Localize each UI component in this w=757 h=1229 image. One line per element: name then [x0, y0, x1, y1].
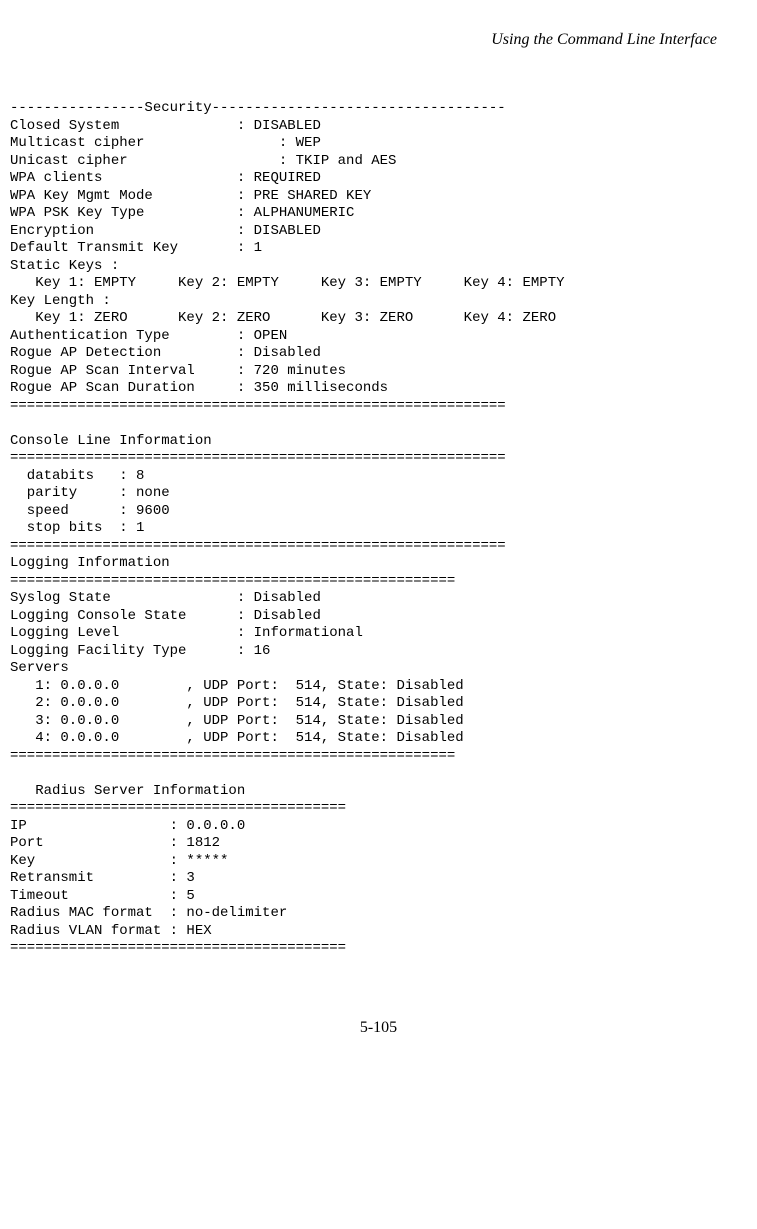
line-divider: ========================================… [10, 538, 506, 554]
line-server-2: 2: 0.0.0.0 , UDP Port: 514, State: Disab… [10, 695, 464, 711]
line-radius-retransmit: Retransmit : 3 [10, 870, 195, 886]
line-radius-vlan-format: Radius VLAN format : HEX [10, 923, 212, 939]
line-parity: parity : none [10, 485, 170, 501]
line-multicast-cipher: Multicast cipher : WEP [10, 135, 321, 151]
line-divider: ======================================== [10, 940, 346, 956]
line-databits: databits : 8 [10, 468, 144, 484]
line-logging-level: Logging Level : Informational [10, 625, 363, 641]
line-logging-console-state: Logging Console State : Disabled [10, 608, 321, 624]
line-static-keys-label: Static Keys : [10, 258, 128, 274]
line-wpa-clients: WPA clients : REQUIRED [10, 170, 321, 186]
line-radius-mac-format: Radius MAC format : no-delimiter [10, 905, 287, 921]
line-closed-system: Closed System : DISABLED [10, 118, 321, 134]
line-radius-key: Key : ***** [10, 853, 228, 869]
line-encryption: Encryption : DISABLED [10, 223, 321, 239]
line-wpa-psk-key-type: WPA PSK Key Type : ALPHANUMERIC [10, 205, 354, 221]
line-speed: speed : 9600 [10, 503, 170, 519]
line-key-length-label: Key Length : [10, 293, 119, 309]
line-unicast-cipher: Unicast cipher : TKIP and AES [10, 153, 396, 169]
line-rogue-ap-detection: Rogue AP Detection : Disabled [10, 345, 321, 361]
line-servers-label: Servers [10, 660, 69, 676]
line-rogue-ap-scan-duration: Rogue AP Scan Duration : 350 millisecond… [10, 380, 388, 396]
line-divider: ========================================… [10, 398, 506, 414]
line-divider: ========================================… [10, 748, 455, 764]
line-stop-bits: stop bits : 1 [10, 520, 144, 536]
line-divider: ========================================… [10, 573, 455, 589]
page-number: 5-105 [10, 1018, 747, 1038]
line-server-3: 3: 0.0.0.0 , UDP Port: 514, State: Disab… [10, 713, 464, 729]
line-syslog-state: Syslog State : Disabled [10, 590, 321, 606]
line-divider: ========================================… [10, 450, 506, 466]
line-radius-timeout: Timeout : 5 [10, 888, 195, 904]
line-static-keys-values: Key 1: EMPTY Key 2: EMPTY Key 3: EMPTY K… [10, 275, 581, 291]
line-radius-title: Radius Server Information [10, 783, 245, 799]
line-console-info-title: Console Line Information [10, 433, 212, 449]
line-rogue-ap-scan-interval: Rogue AP Scan Interval : 720 minutes [10, 363, 346, 379]
line-divider: ======================================== [10, 800, 346, 816]
line-security-header: ----------------Security----------------… [10, 100, 506, 116]
line-server-4: 4: 0.0.0.0 , UDP Port: 514, State: Disab… [10, 730, 464, 746]
line-radius-port: Port : 1812 [10, 835, 220, 851]
line-logging-facility-type: Logging Facility Type : 16 [10, 643, 270, 659]
line-default-transmit-key: Default Transmit Key : 1 [10, 240, 262, 256]
terminal-output: ----------------Security----------------… [10, 100, 747, 958]
line-server-1: 1: 0.0.0.0 , UDP Port: 514, State: Disab… [10, 678, 464, 694]
page-header: Using the Command Line Interface [10, 30, 747, 50]
line-radius-ip: IP : 0.0.0.0 [10, 818, 245, 834]
line-wpa-key-mgmt: WPA Key Mgmt Mode : PRE SHARED KEY [10, 188, 371, 204]
line-logging-info-title: Logging Information [10, 555, 170, 571]
line-key-length-values: Key 1: ZERO Key 2: ZERO Key 3: ZERO Key … [10, 310, 573, 326]
line-auth-type: Authentication Type : OPEN [10, 328, 287, 344]
